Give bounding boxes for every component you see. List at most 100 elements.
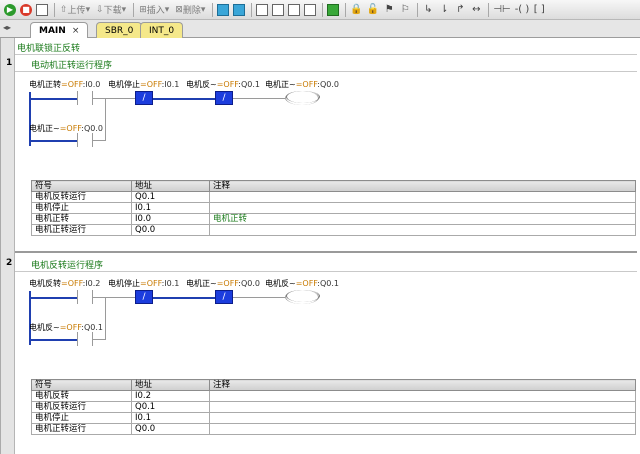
symbol-table: 符号 地址 注释 电机反转运行 Q0.1 电机停止 I0.1 电机正转 I0.0 电机正…: [31, 180, 636, 236]
address-cell: I0.2: [131, 390, 210, 402]
box-icon[interactable]: [ ]: [532, 2, 546, 18]
energized-wire: [31, 339, 77, 341]
line-left-icon[interactable]: ↔: [469, 2, 483, 18]
energized-wire: [31, 98, 77, 100]
nc-contact[interactable]: /: [215, 290, 233, 304]
network-icon[interactable]: [271, 2, 285, 18]
monitor-icon[interactable]: [216, 2, 230, 18]
energized-wire: [31, 140, 77, 142]
table-row[interactable]: 电机停止 I0.1: [31, 412, 636, 424]
contact-label: 电机停止=OFF:I0.1: [108, 80, 180, 89]
tab-main[interactable]: MAIN ×: [30, 22, 89, 39]
coil-icon[interactable]: -( ): [514, 2, 531, 18]
column-header: 符号: [31, 180, 132, 192]
table-header-row: 符号 地址 注释: [31, 379, 636, 391]
insert-button[interactable]: ⊞ 插入 ▾: [137, 2, 171, 18]
download-button[interactable]: ⇩ 下载 ▾: [94, 2, 128, 18]
symbol-cell: 电机停止: [31, 202, 132, 214]
lock-open-icon[interactable]: 🔓: [366, 2, 380, 18]
contact-label: 电机反转=OFF:I0.2: [29, 279, 101, 288]
nc-contact[interactable]: /: [135, 290, 153, 304]
network-gutter: [1, 38, 15, 454]
line-down-icon[interactable]: ↳: [421, 2, 435, 18]
bookmark-icon[interactable]: ⚑: [382, 2, 396, 18]
no-contact[interactable]: [77, 290, 93, 304]
main-toolbar: ▶ ■ ⇧ 上传 ▾ ⇩ 下载 ▾ ⊞ 插入 ▾ ⊠ 删除 ▾ 🔒 🔓 ⚑ ⚐ …: [0, 0, 640, 20]
address-cell: Q0.1: [131, 191, 210, 203]
comment-cell: 电机正转: [209, 213, 636, 225]
column-header: 符号: [31, 379, 132, 391]
symbol-cell: 电机正转运行: [31, 224, 132, 236]
tab-scroll-arrows-icon[interactable]: ◂▸: [3, 23, 11, 32]
branch-wire: [105, 297, 106, 340]
column-header: 注释: [209, 379, 636, 391]
stop-icon[interactable]: ■: [19, 2, 33, 18]
symbol-cell: 电机正转运行: [31, 423, 132, 435]
contact-icon[interactable]: ⊣⊢: [492, 2, 511, 18]
table-row[interactable]: 电机反转 I0.2: [31, 390, 636, 402]
tab-int-0[interactable]: INT_0: [140, 22, 184, 38]
table-row[interactable]: 电机正转 I0.0 电机正转: [31, 213, 636, 225]
energized-wire: [153, 98, 215, 100]
upload-label: 上传: [67, 6, 86, 16]
nc-contact[interactable]: /: [215, 91, 233, 105]
tab-label: INT_0: [149, 25, 175, 36]
ladder-editor[interactable]: 电机联锁正反转 1 电动机正转运行程序 电机正转=OFF:I0.0 电机停止=O…: [0, 38, 640, 454]
nc-contact[interactable]: /: [135, 91, 153, 105]
column-header: 地址: [131, 379, 210, 391]
cross-ref-icon[interactable]: [287, 2, 301, 18]
no-contact[interactable]: [77, 91, 93, 105]
branch-wire: [105, 98, 106, 141]
toolbar-separator: [133, 2, 135, 17]
power-rail: [29, 92, 31, 146]
wire: [93, 140, 105, 141]
table-row[interactable]: 电机正转运行 Q0.0: [31, 423, 636, 435]
toolbar-separator: [345, 2, 347, 17]
toolbar-separator: [54, 2, 55, 17]
status-chart-icon[interactable]: [232, 2, 246, 18]
insert-label: 插入: [146, 6, 165, 16]
wire: [93, 297, 135, 298]
output-coil[interactable]: [285, 290, 320, 304]
divider: [15, 54, 637, 55]
tab-sbr-0[interactable]: SBR_0: [96, 22, 143, 38]
tab-label: MAIN: [39, 26, 66, 36]
data-block-icon[interactable]: [303, 2, 317, 18]
divider: [15, 271, 637, 272]
contact-label: 电机反~=OFF:Q0.1: [186, 80, 261, 89]
contact-label: 电机停止=OFF:I0.1: [108, 279, 180, 288]
arrow-right-icon[interactable]: [326, 2, 340, 18]
branch-icon[interactable]: ↱: [453, 2, 467, 18]
pou-tab-bar: ◂▸ MAIN × SBR_0 INT_0: [0, 20, 640, 39]
table-row[interactable]: 电机反转运行 Q0.1: [31, 401, 636, 413]
close-icon[interactable]: ×: [72, 26, 80, 36]
compile-icon[interactable]: [35, 2, 49, 18]
symbol-cell: 电机反转运行: [31, 191, 132, 203]
delete-label: 删除: [182, 6, 201, 16]
table-row[interactable]: 电机停止 I0.1: [31, 202, 636, 214]
bookmark-next-icon[interactable]: ⚐: [398, 2, 412, 18]
wire: [93, 339, 105, 340]
no-contact[interactable]: [77, 332, 93, 346]
symbol-cell: 电机停止: [31, 412, 132, 424]
comment-cell: [209, 224, 636, 236]
network-comment[interactable]: 电动机正转运行程序: [31, 58, 112, 71]
symbol-table-icon[interactable]: [255, 2, 269, 18]
wire: [93, 98, 135, 99]
table-row[interactable]: 电机正转运行 Q0.0: [31, 224, 636, 236]
line-up-icon[interactable]: ⇂: [437, 2, 451, 18]
delete-button[interactable]: ⊠ 删除 ▾: [173, 2, 207, 18]
comment-cell: [209, 423, 636, 435]
lock-icon[interactable]: 🔒: [349, 2, 363, 18]
symbol-cell: 电机反转: [31, 390, 132, 402]
network-comment[interactable]: 电机反转运行程序: [31, 258, 103, 271]
upload-button[interactable]: ⇧ 上传 ▾: [58, 2, 92, 18]
symbol-table: 符号 地址 注释 电机反转 I0.2 电机反转运行 Q0.1 电机停止 I0.1 电机…: [31, 379, 636, 435]
symbol-cell: 电机反转运行: [31, 401, 132, 413]
table-row[interactable]: 电机反转运行 Q0.1: [31, 191, 636, 203]
no-contact[interactable]: [77, 133, 93, 147]
comment-cell: [209, 191, 636, 203]
coil-label: 电机正~=OFF:Q0.0: [265, 80, 340, 89]
output-coil[interactable]: [285, 91, 320, 105]
run-icon[interactable]: ▶: [3, 2, 17, 18]
